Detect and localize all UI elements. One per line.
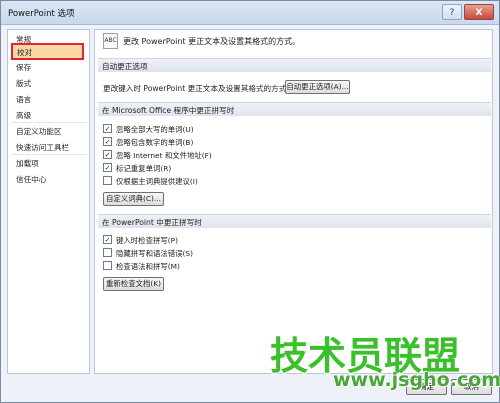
checkbox[interactable]: ✓ bbox=[103, 163, 112, 172]
custom-dictionaries-button[interactable]: 自定义词典(C)... bbox=[103, 192, 164, 206]
sidebar-item-trust-center[interactable]: 信任中心 bbox=[16, 174, 46, 185]
recheck-document-button[interactable]: 重新检查文档(K) bbox=[103, 277, 164, 291]
checkbox[interactable] bbox=[103, 176, 112, 185]
panel-description: 更改 PowerPoint 更正文本及设置其格式的方式。 bbox=[123, 37, 301, 46]
checkbox[interactable]: ✓ bbox=[103, 137, 112, 146]
sidebar-item-customize-ribbon[interactable]: 自定义功能区 bbox=[16, 126, 62, 137]
sidebar-item-advanced[interactable]: 高级 bbox=[16, 110, 31, 121]
checkbox[interactable]: ✓ bbox=[103, 235, 112, 244]
abc-check-icon: ABC bbox=[103, 33, 118, 49]
sidebar-item-layout[interactable]: 版式 bbox=[16, 78, 31, 89]
autocorrect-options-button[interactable]: 自动更正选项(A)... bbox=[285, 80, 350, 94]
options-sidebar: 常规 校对 保存 版式 语言 高级 自定义功能区 快速访问工具栏 加载项 信任中… bbox=[7, 29, 90, 374]
checkbox[interactable] bbox=[103, 261, 112, 270]
section-office-spelling: 在 Microsoft Office 程序中更正拼写时 bbox=[98, 102, 491, 116]
section-ppt-spelling: 在 PowerPoint 中更正拼写时 bbox=[98, 214, 491, 228]
sidebar-item-language[interactable]: 语言 bbox=[16, 94, 31, 105]
help-button[interactable]: ? bbox=[442, 4, 462, 20]
sidebar-item-quick-access-toolbar[interactable]: 快速访问工具栏 bbox=[16, 142, 69, 153]
section-autocorrect: 自动更正选项 bbox=[98, 58, 491, 72]
sidebar-item-addins[interactable]: 加载项 bbox=[16, 158, 39, 169]
sidebar-item-proofing[interactable]: 校对 bbox=[11, 43, 84, 60]
close-button[interactable]: X bbox=[464, 4, 494, 20]
checkbox[interactable] bbox=[103, 248, 112, 257]
watermark-url: www.jsgho.com bbox=[333, 369, 500, 391]
sidebar-divider bbox=[12, 122, 86, 123]
sidebar-divider bbox=[12, 154, 86, 155]
autocorrect-description: 更改键入时 PowerPoint 更正文本及设置其格式的方式： bbox=[103, 84, 294, 93]
proofing-panel: ABC 更改 PowerPoint 更正文本及设置其格式的方式。 自动更正选项 … bbox=[94, 29, 493, 374]
checkbox[interactable]: ✓ bbox=[103, 150, 112, 159]
window-title: PowerPoint 选项 bbox=[8, 9, 75, 19]
checkbox[interactable]: ✓ bbox=[103, 124, 112, 133]
sidebar-item-save[interactable]: 保存 bbox=[16, 62, 31, 73]
title-bar: PowerPoint 选项 ? X bbox=[1, 1, 499, 25]
